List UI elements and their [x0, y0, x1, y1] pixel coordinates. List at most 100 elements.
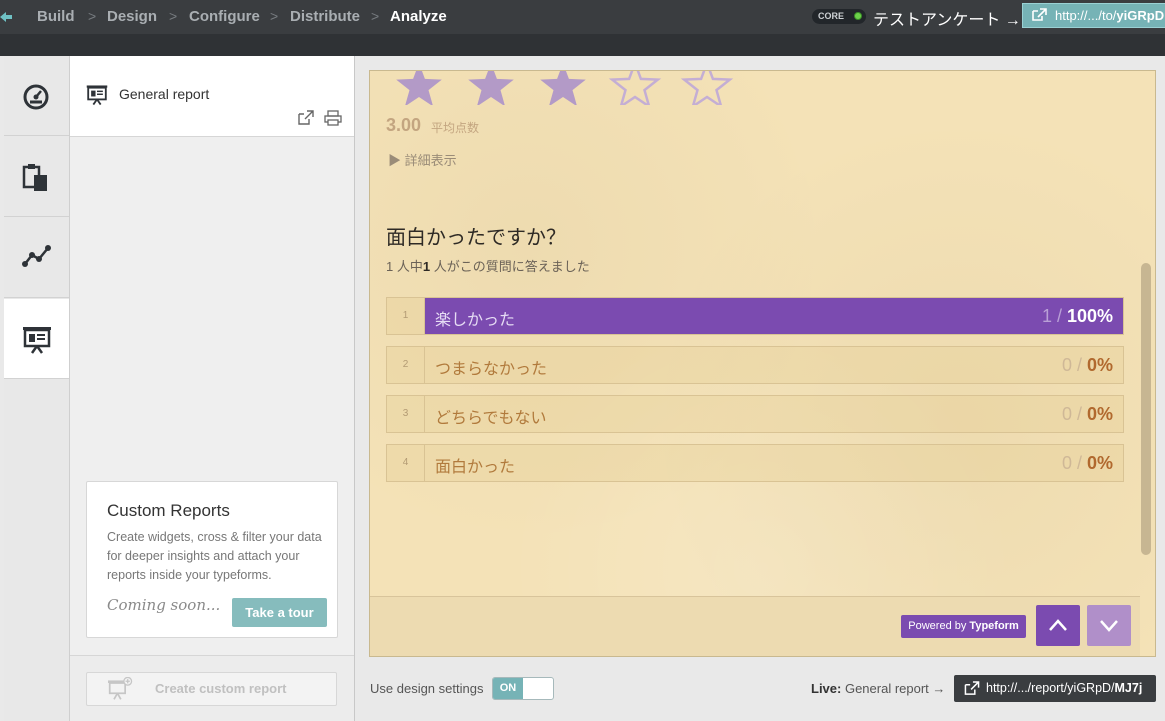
- sub-header-bar: [0, 34, 1165, 56]
- choice-stat: 0 / 0%: [1062, 404, 1113, 425]
- answered-prefix: 1 人中: [386, 259, 423, 274]
- sidebar-item-dashboard[interactable]: [4, 56, 69, 136]
- question-title: 面白かったですか？: [386, 227, 566, 249]
- preview-footer: Powered by Typeform: [370, 596, 1140, 656]
- chevron-down-icon: [1100, 620, 1118, 632]
- choice-stat: 0 / 0%: [1062, 453, 1113, 474]
- breadcrumb-analyze[interactable]: Analyze: [390, 8, 447, 25]
- live-report-name: General report →: [844, 681, 946, 696]
- choice-count: 0 /: [1061, 453, 1087, 473]
- take-a-tour-button[interactable]: Take a tour: [232, 598, 327, 627]
- star-empty-icon: [608, 71, 662, 105]
- powered-by-badge[interactable]: Powered by Typeform: [901, 615, 1026, 638]
- design-settings-toggle[interactable]: ON: [492, 677, 554, 700]
- toggle-on-label: ON: [493, 678, 523, 699]
- report-list-item-general[interactable]: General report: [70, 56, 354, 137]
- custom-reports-description: Create widgets, cross & filter your data…: [107, 530, 322, 582]
- powered-by-prefix: Powered by: [908, 620, 970, 632]
- choice-stat: 0 / 0%: [1062, 355, 1113, 376]
- rating-stars: [396, 71, 734, 105]
- add-report-icon: [108, 677, 133, 700]
- breadcrumb-distribute[interactable]: Distribute: [290, 8, 360, 25]
- breadcrumb-configure[interactable]: Configure: [189, 8, 260, 25]
- choice-number: 2: [387, 347, 425, 383]
- breadcrumb-separator: >: [169, 8, 178, 24]
- choice-result-bar: [425, 298, 1123, 334]
- choice-number: 4: [387, 445, 425, 481]
- choice-stat: 1 / 100%: [1042, 306, 1113, 327]
- choice-count: 0 /: [1061, 404, 1087, 424]
- presentation-report-icon: [86, 85, 108, 106]
- breadcrumb-separator: >: [88, 8, 97, 24]
- create-report-strip: Create custom report: [70, 655, 354, 721]
- choice-percent: 0%: [1086, 453, 1113, 473]
- preview-scrollbar[interactable]: [1141, 263, 1151, 555]
- external-link-icon: [964, 681, 980, 695]
- share-url-prefix: http://.../to/: [1055, 8, 1117, 23]
- choice-count: 1 /: [1041, 306, 1067, 326]
- create-custom-report-label: Create custom report: [155, 681, 287, 696]
- top-navigation-bar: Build > Design > Configure > Distribute …: [0, 0, 1165, 34]
- star-empty-icon: [680, 71, 734, 105]
- custom-reports-heading: Custom Reports: [107, 501, 230, 520]
- chevron-up-icon: [1049, 619, 1067, 631]
- choice-count: 0 /: [1061, 355, 1087, 375]
- breadcrumb-separator: >: [371, 8, 380, 24]
- print-icon[interactable]: [324, 110, 342, 126]
- choice-row: 2 つまらなかった 0 / 0%: [386, 346, 1124, 384]
- choice-label: 面白かった: [435, 459, 516, 476]
- breadcrumb-build[interactable]: Build: [37, 8, 75, 25]
- presentation-report-icon: [23, 327, 51, 354]
- choice-percent: 0%: [1086, 404, 1113, 424]
- live-report-label: Live: General report →: [811, 681, 945, 696]
- icon-sidebar: [4, 56, 70, 721]
- choice-row: 3 どちらでもない 0 / 0%: [386, 395, 1124, 433]
- powered-by-brand: Typeform: [969, 620, 1019, 632]
- status-dot-icon: [854, 12, 862, 20]
- custom-reports-card: Custom Reports Create widgets, cross & f…: [86, 481, 338, 638]
- choice-row: 1 楽しかった 1 / 100%: [386, 297, 1124, 335]
- live-url-prefix: http://.../report/yiGRpD/: [986, 681, 1115, 695]
- sidebar-item-metrics[interactable]: [4, 218, 69, 298]
- back-arrow-icon[interactable]: [0, 9, 12, 25]
- star-filled-icon: [468, 71, 514, 105]
- live-url-code: MJ7j: [1114, 681, 1143, 695]
- choice-number: 1: [387, 298, 425, 334]
- report-title: General report: [119, 86, 210, 102]
- external-link-icon: [1032, 8, 1047, 21]
- report-preview: 3.00 平均点数 ▶ 詳細表示 面白かったですか？ 1 人中1 人がこの質問に…: [369, 70, 1156, 657]
- choice-label: 楽しかった: [435, 312, 516, 329]
- star-filled-icon: [540, 71, 586, 105]
- previous-question-button[interactable]: [1036, 605, 1080, 646]
- dashboard-gauge-icon: [23, 84, 49, 110]
- choice-label: つまらなかった: [435, 361, 548, 378]
- choice-row: 4 面白かった 0 / 0%: [386, 444, 1124, 482]
- star-filled-icon: [396, 71, 442, 105]
- reports-panel: General report Custom Reports Create wid…: [70, 56, 355, 721]
- sidebar-item-reports[interactable]: [4, 299, 69, 379]
- plan-badge-label: CORE: [818, 11, 845, 21]
- choice-label: どちらでもない: [435, 410, 547, 427]
- create-custom-report-button[interactable]: Create custom report: [86, 672, 337, 706]
- external-link-icon[interactable]: [297, 110, 315, 126]
- clipboard-copy-icon: [22, 164, 47, 191]
- share-url-code: yiGRpD: [1116, 8, 1165, 23]
- form-title: テストアンケート →: [873, 12, 1021, 29]
- breadcrumb-separator: >: [270, 8, 279, 24]
- plan-badge: CORE: [812, 9, 866, 24]
- sidebar-item-results[interactable]: [4, 137, 69, 217]
- live-report-url-link[interactable]: http://.../report/yiGRpD/MJ7j: [954, 675, 1156, 702]
- next-question-button[interactable]: [1087, 605, 1131, 646]
- live-prefix: Live:: [811, 681, 842, 696]
- details-toggle[interactable]: ▶ 詳細表示: [388, 150, 457, 169]
- share-url-link[interactable]: http://.../to/yiGRpD: [1022, 3, 1165, 28]
- choice-number: 3: [387, 396, 425, 432]
- average-score-label: 平均点数: [431, 121, 480, 135]
- line-chart-icon: [22, 245, 51, 267]
- answered-suffix: 人がこの質問に答えました: [430, 259, 590, 274]
- answered-count: 1 人中1 人がこの質問に答えました: [386, 256, 590, 275]
- answered-number: 1: [422, 259, 431, 274]
- use-design-settings-label: Use design settings: [370, 681, 484, 696]
- choice-percent: 100%: [1066, 306, 1113, 326]
- breadcrumb-design[interactable]: Design: [107, 8, 157, 25]
